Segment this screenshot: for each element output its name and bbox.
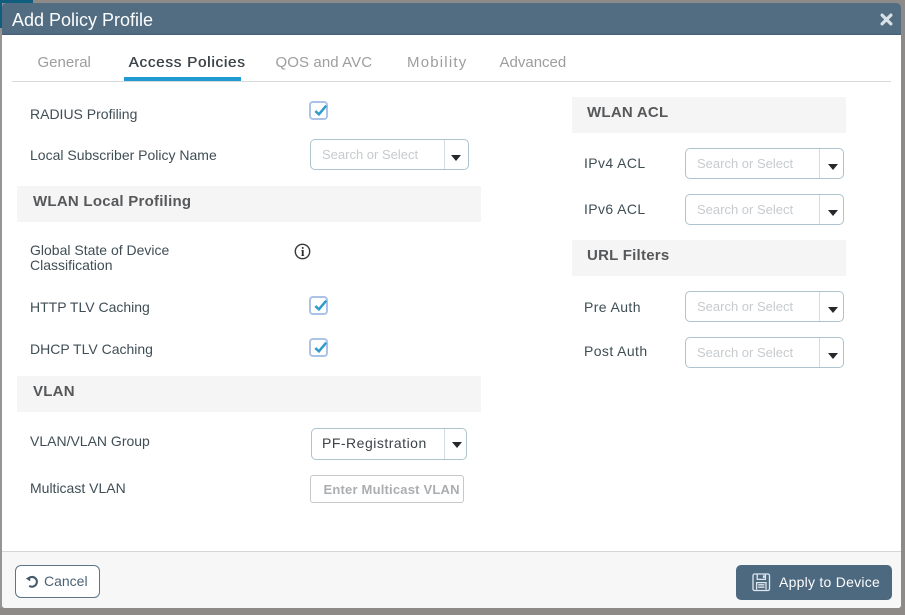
svg-text:i: i [300, 244, 304, 259]
